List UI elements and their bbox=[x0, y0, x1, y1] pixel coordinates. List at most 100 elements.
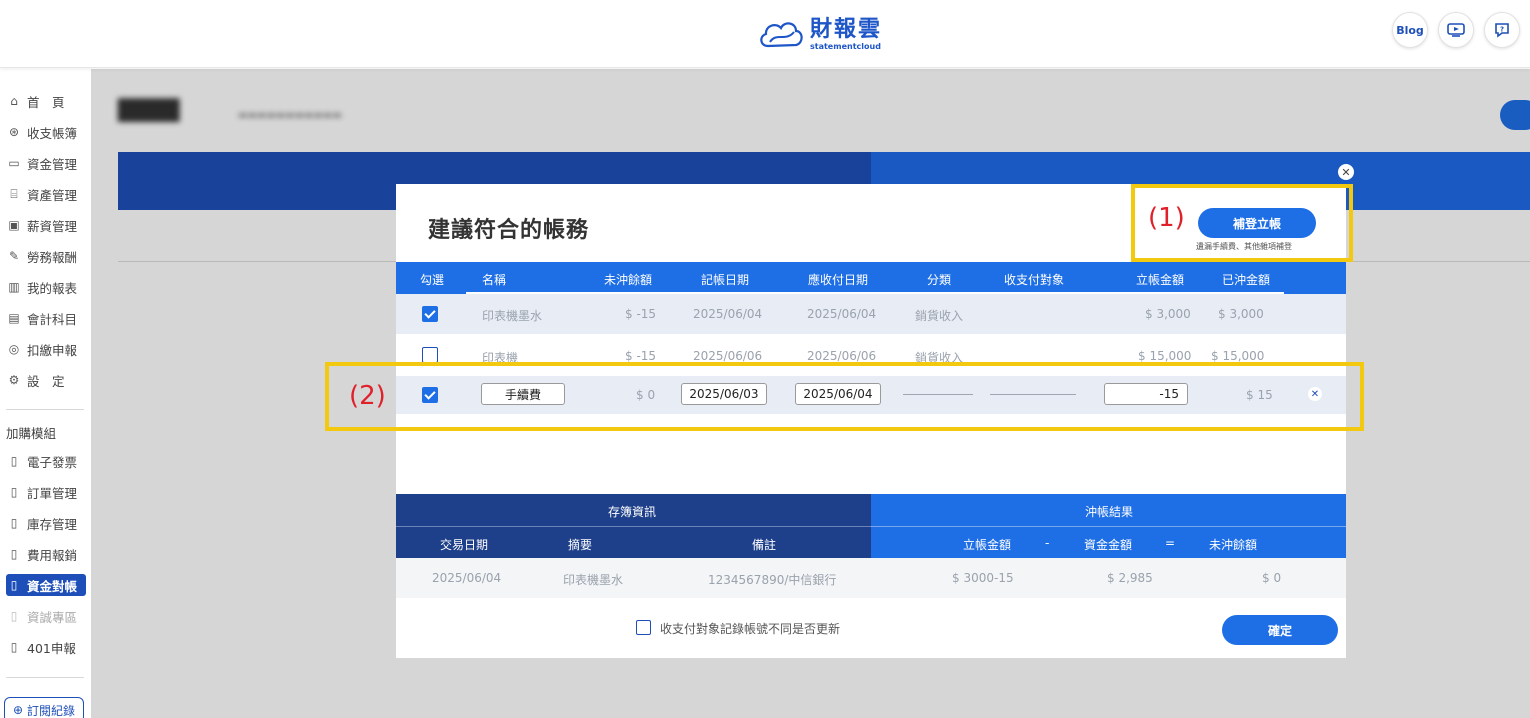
subscription-label: 訂閱紀錄 bbox=[27, 703, 76, 718]
tax-icon: ◎ bbox=[8, 342, 20, 356]
sidebar-item-pwc-zone[interactable]: ▯ 資誠專區 bbox=[6, 605, 86, 627]
sidebar-item-einvoice[interactable]: ▯ 電子發票 bbox=[6, 450, 86, 472]
sidebar-item-funds[interactable]: ▭ 資金管理 bbox=[6, 152, 86, 174]
sidebar-item-home[interactable]: ⌂ 首 頁 bbox=[6, 90, 86, 112]
sidebar-item-accounts[interactable]: ▤ 會計科目 bbox=[6, 307, 86, 329]
row-amount: $ 3,000 bbox=[1145, 307, 1191, 321]
row-category: 銷貨收入 bbox=[915, 309, 964, 323]
coin-icon: ⊛ bbox=[8, 125, 20, 139]
logo-chinese-text: 財報雲 bbox=[810, 17, 883, 42]
sidebar-item-reconciliation[interactable]: ▯ 資金對帳 bbox=[6, 574, 86, 596]
confirm-button[interactable]: 確定 bbox=[1222, 615, 1338, 645]
result-row: 2025/06/04 印表機墨水 1234567890/中信銀行 $ 3000-… bbox=[396, 558, 1346, 598]
statementcloud-logo[interactable]: 財報雲 statementcloud bbox=[756, 16, 882, 54]
sidebar-item-withholding[interactable]: ◎ 扣繳申報 bbox=[6, 338, 86, 360]
sidebar-item-inventory[interactable]: ▯ 庫存管理 bbox=[6, 512, 86, 534]
sidebar-item-assets[interactable]: ⌸ 資產管理 bbox=[6, 183, 86, 205]
row-settled: $ 3,000 bbox=[1218, 307, 1264, 321]
close-icon: ✕ bbox=[1341, 165, 1351, 179]
deposit-section-header: 存簿資訊 bbox=[396, 494, 871, 526]
sidebar-item-label: 資金管理 bbox=[27, 156, 78, 172]
column-header: 應收付日期 bbox=[808, 273, 869, 287]
table-row[interactable]: 印表機 $ -15 2025/06/06 2025/06/06 銷貨收入 $ 1… bbox=[396, 334, 1346, 364]
payroll-icon: ▣ bbox=[8, 218, 20, 232]
annotation-label-1: (1) bbox=[1148, 203, 1185, 233]
sidebar-item-cashbook[interactable]: ⊛ 收支帳簿 bbox=[6, 121, 86, 143]
blog-button[interactable]: Blog bbox=[1392, 12, 1428, 48]
sidebar-item-label: 勞務報酬 bbox=[27, 249, 78, 265]
column-header: 資金金額 bbox=[1084, 538, 1133, 552]
bank-icon: ⌸ bbox=[10, 186, 18, 201]
sidebar-item-label: 訂單管理 bbox=[27, 485, 78, 501]
module-icon: ▯ bbox=[10, 640, 18, 654]
globe-icon: ⊕ bbox=[12, 703, 24, 717]
table-row[interactable]: 印表機墨水 $ -15 2025/06/04 2025/06/04 銷貨收入 $… bbox=[396, 294, 1346, 334]
annotation-box-2 bbox=[325, 362, 1364, 431]
deposit-section-title: 存簿資訊 bbox=[608, 505, 657, 519]
sidebar-item-label: 401申報 bbox=[27, 640, 76, 656]
column-header: 已沖金額 bbox=[1222, 273, 1271, 287]
module-icon: ▯ bbox=[10, 454, 18, 468]
result-section-header: 沖帳結果 bbox=[871, 494, 1346, 526]
row-record-date: 2025/06/04 bbox=[693, 307, 763, 321]
sidebar-item-settings[interactable]: ⚙ 設 定 bbox=[6, 369, 86, 391]
sidebar-item-labor[interactable]: ✎ 勞務報酬 bbox=[6, 245, 86, 267]
column-header: 收支付對象 bbox=[1004, 273, 1065, 287]
sidebar-item-expenses[interactable]: ▯ 費用報銷 bbox=[6, 543, 86, 565]
column-header: 未沖餘額 bbox=[1209, 538, 1258, 552]
result-fund: $ 2,985 bbox=[1107, 571, 1153, 585]
module-icon: ▯ bbox=[10, 485, 18, 499]
help-chat-icon: ? bbox=[1495, 23, 1509, 38]
sidebar-item-reports[interactable]: ▥ 我的報表 bbox=[6, 276, 86, 298]
blog-label: Blog bbox=[1396, 23, 1424, 37]
sidebar-divider bbox=[6, 409, 84, 410]
sidebar-item-payroll[interactable]: ▣ 薪資管理 bbox=[6, 214, 86, 236]
addon-heading: 加購模組 bbox=[6, 426, 57, 441]
row-balance: $ -15 bbox=[625, 307, 657, 321]
deposit-columns: 交易日期 摘要 備註 bbox=[396, 526, 871, 558]
video-icon bbox=[1447, 23, 1465, 37]
result-amount: $ 3000-15 bbox=[952, 571, 1014, 585]
row-name: 印表機墨水 bbox=[482, 309, 543, 323]
result-section-title: 沖帳結果 bbox=[1085, 505, 1134, 519]
column-header: 勾選 bbox=[420, 273, 445, 287]
row-checkbox[interactable] bbox=[422, 347, 438, 363]
column-header: 記帳日期 bbox=[701, 273, 750, 287]
modal-title: 建議符合的帳務 bbox=[428, 218, 590, 243]
module-icon: ▯ bbox=[10, 609, 18, 623]
sidebar-item-401-filing[interactable]: ▯ 401申報 bbox=[6, 636, 86, 658]
chart-icon: ▥ bbox=[8, 280, 20, 294]
update-counterparty-label: 收支付對象記錄帳號不同是否更新 bbox=[660, 622, 841, 636]
modal-close-button[interactable]: ✕ bbox=[1338, 164, 1354, 180]
sidebar-item-orders[interactable]: ▯ 訂單管理 bbox=[6, 481, 86, 503]
column-header: 分類 bbox=[927, 273, 952, 287]
sidebar-item-label: 首 頁 bbox=[27, 94, 65, 110]
result-note: 1234567890/中信銀行 bbox=[708, 573, 837, 587]
help-button[interactable]: ? bbox=[1484, 12, 1520, 48]
sidebar: ⌂ 首 頁 ⊛ 收支帳簿 ▭ 資金管理 ⌸ 資產管理 ▣ 薪資管理 ✎ 勞務報酬 ▥ 我的報表… bbox=[0, 69, 91, 718]
sidebar-item-label: 會計科目 bbox=[27, 311, 78, 327]
row-settled: $ 15,000 bbox=[1211, 349, 1265, 363]
row-due-date: 2025/06/06 bbox=[807, 349, 877, 363]
matches-table-header: 勾選 名稱 未沖餘額 記帳日期 應收付日期 分類 收支付對象 立帳金額 已沖金額 bbox=[396, 262, 1346, 294]
column-header: 未沖餘額 bbox=[604, 273, 653, 287]
row-checkbox[interactable] bbox=[422, 306, 438, 322]
result-date: 2025/06/04 bbox=[432, 571, 502, 585]
module-icon: ▯ bbox=[10, 578, 18, 592]
row-amount: $ 15,000 bbox=[1138, 349, 1192, 363]
subscription-records-button[interactable]: ⊕ 訂閱紀錄 bbox=[4, 697, 84, 718]
video-button[interactable] bbox=[1438, 12, 1474, 48]
top-header: 財報雲 statementcloud Blog ? bbox=[0, 0, 1530, 68]
result-columns: 立帳金額 - 資金金額 = 未沖餘額 bbox=[871, 526, 1346, 558]
sidebar-item-label: 資誠專區 bbox=[27, 609, 78, 625]
column-header: 立帳金額 bbox=[1136, 273, 1185, 287]
column-operator: - bbox=[1045, 536, 1050, 550]
result-remaining: $ 0 bbox=[1262, 571, 1282, 585]
sidebar-divider bbox=[6, 677, 84, 678]
wallet-icon: ▭ bbox=[8, 156, 20, 170]
row-record-date: 2025/06/06 bbox=[693, 349, 763, 363]
sidebar-item-label: 庫存管理 bbox=[27, 516, 78, 532]
module-icon: ▯ bbox=[10, 547, 18, 561]
update-counterparty-checkbox[interactable] bbox=[636, 620, 651, 635]
cloud-logo-icon bbox=[760, 22, 803, 48]
